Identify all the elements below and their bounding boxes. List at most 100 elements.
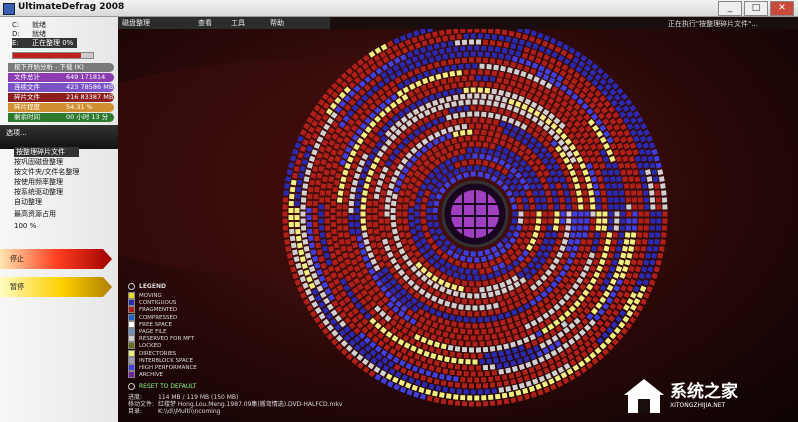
cluster-block	[540, 225, 547, 232]
cluster-block	[605, 183, 612, 190]
cluster-block	[456, 370, 462, 376]
cluster-block	[452, 94, 459, 101]
cluster-block	[616, 278, 624, 286]
cluster-block	[470, 51, 476, 57]
cluster-block	[529, 250, 536, 258]
cluster-block	[623, 291, 631, 299]
cluster-block	[393, 364, 401, 371]
cluster-block	[330, 309, 338, 317]
cluster-block	[496, 77, 503, 84]
cluster-block	[549, 364, 557, 371]
cluster-block	[609, 118, 617, 126]
defrag-method-item[interactable]: 按文件夹/文件名整理	[14, 167, 79, 177]
defrag-method-item[interactable]: 按巩固磁盘整理	[14, 157, 79, 167]
cluster-block	[339, 311, 347, 319]
cluster-block	[433, 360, 440, 367]
cluster-block	[633, 310, 640, 318]
defrag-method-item[interactable]: 按整理碎片文件	[14, 147, 80, 157]
cluster-block	[316, 285, 324, 292]
cluster-block	[599, 183, 605, 190]
stop-button[interactable]: 停止	[0, 249, 112, 269]
cluster-block	[582, 190, 588, 196]
cluster-block	[414, 211, 420, 217]
cluster-block	[319, 190, 326, 196]
cluster-block	[642, 142, 650, 149]
cluster-block	[537, 301, 545, 309]
cluster-block	[523, 218, 530, 224]
cluster-block	[511, 365, 519, 372]
cluster-block	[482, 160, 489, 167]
cluster-block	[461, 261, 468, 268]
cluster-block	[652, 245, 659, 252]
maximize-button[interactable]: □	[744, 1, 768, 16]
cluster-block	[501, 306, 508, 313]
reset-default[interactable]: RESET TO DEFAULT	[128, 383, 196, 390]
cluster-block	[482, 141, 489, 148]
cluster-block	[312, 214, 318, 221]
cluster-block	[633, 123, 641, 130]
cluster-block	[420, 274, 428, 282]
cluster-block	[343, 232, 350, 238]
cluster-block	[584, 340, 592, 348]
cluster-block	[449, 369, 456, 376]
menu-tools[interactable]: 工具	[231, 17, 245, 29]
cluster-block	[375, 353, 383, 361]
cluster-block	[426, 44, 433, 52]
cluster-block	[380, 43, 388, 51]
cluster-block	[605, 308, 613, 316]
cluster-block	[391, 335, 399, 342]
close-button[interactable]: ✕	[770, 1, 794, 16]
menu-defrag[interactable]: 磁盘整理	[122, 17, 150, 29]
cluster-block	[640, 245, 647, 252]
progress-value: 114 MB / 119 MB (150 MB)	[158, 394, 239, 401]
cluster-block	[537, 285, 545, 293]
reset-radio-icon[interactable]	[128, 383, 135, 390]
cluster-block	[611, 183, 618, 190]
cluster-block	[616, 333, 624, 341]
cluster-block	[606, 297, 614, 304]
cluster-block	[324, 288, 332, 295]
defrag-method-item[interactable]: 按系统驱动整理	[14, 187, 79, 197]
cluster-block	[447, 399, 454, 406]
cluster-block	[589, 225, 595, 231]
cluster-block	[463, 389, 469, 395]
cluster-block	[631, 197, 638, 203]
menu-view[interactable]: 查看	[198, 17, 212, 29]
cluster-block	[549, 383, 557, 391]
cluster-block	[472, 153, 478, 159]
menu-help[interactable]: 帮助	[270, 17, 284, 29]
cluster-block	[496, 295, 503, 302]
cluster-block	[514, 320, 522, 328]
disk-map[interactable]	[118, 29, 798, 422]
cluster-block	[465, 268, 471, 275]
cluster-block	[544, 353, 552, 360]
cluster-block	[350, 349, 359, 357]
cluster-block	[580, 238, 587, 245]
cluster-block	[657, 169, 664, 176]
defrag-method-item[interactable]: 自动整理	[14, 197, 79, 207]
options-header[interactable]: 选项...	[0, 125, 118, 149]
cluster-block	[396, 204, 403, 210]
cluster-block	[406, 32, 413, 39]
resource-value[interactable]: 100 %	[14, 220, 56, 232]
cluster-block	[474, 129, 480, 135]
cluster-block	[510, 61, 517, 68]
legend-radio-icon[interactable]	[128, 283, 135, 290]
cluster-block	[528, 385, 536, 393]
legend-swatch	[128, 292, 135, 299]
defrag-method-item[interactable]: 按使用频率整理	[14, 177, 79, 187]
cluster-block	[303, 245, 310, 252]
cluster-block	[651, 252, 658, 259]
cluster-block	[402, 283, 410, 291]
pause-button[interactable]: 暂停	[0, 277, 112, 297]
cluster-block	[470, 87, 476, 93]
minimize-button[interactable]: _	[718, 1, 742, 16]
cluster-block	[578, 245, 585, 252]
cluster-block	[525, 308, 533, 316]
cluster-block	[511, 74, 519, 81]
drive-row-selected[interactable]: E: 正在整理 0%	[12, 38, 78, 48]
cluster-block	[578, 211, 584, 217]
cluster-block	[285, 176, 292, 183]
cluster-block	[501, 47, 508, 54]
cluster-block	[562, 326, 571, 334]
